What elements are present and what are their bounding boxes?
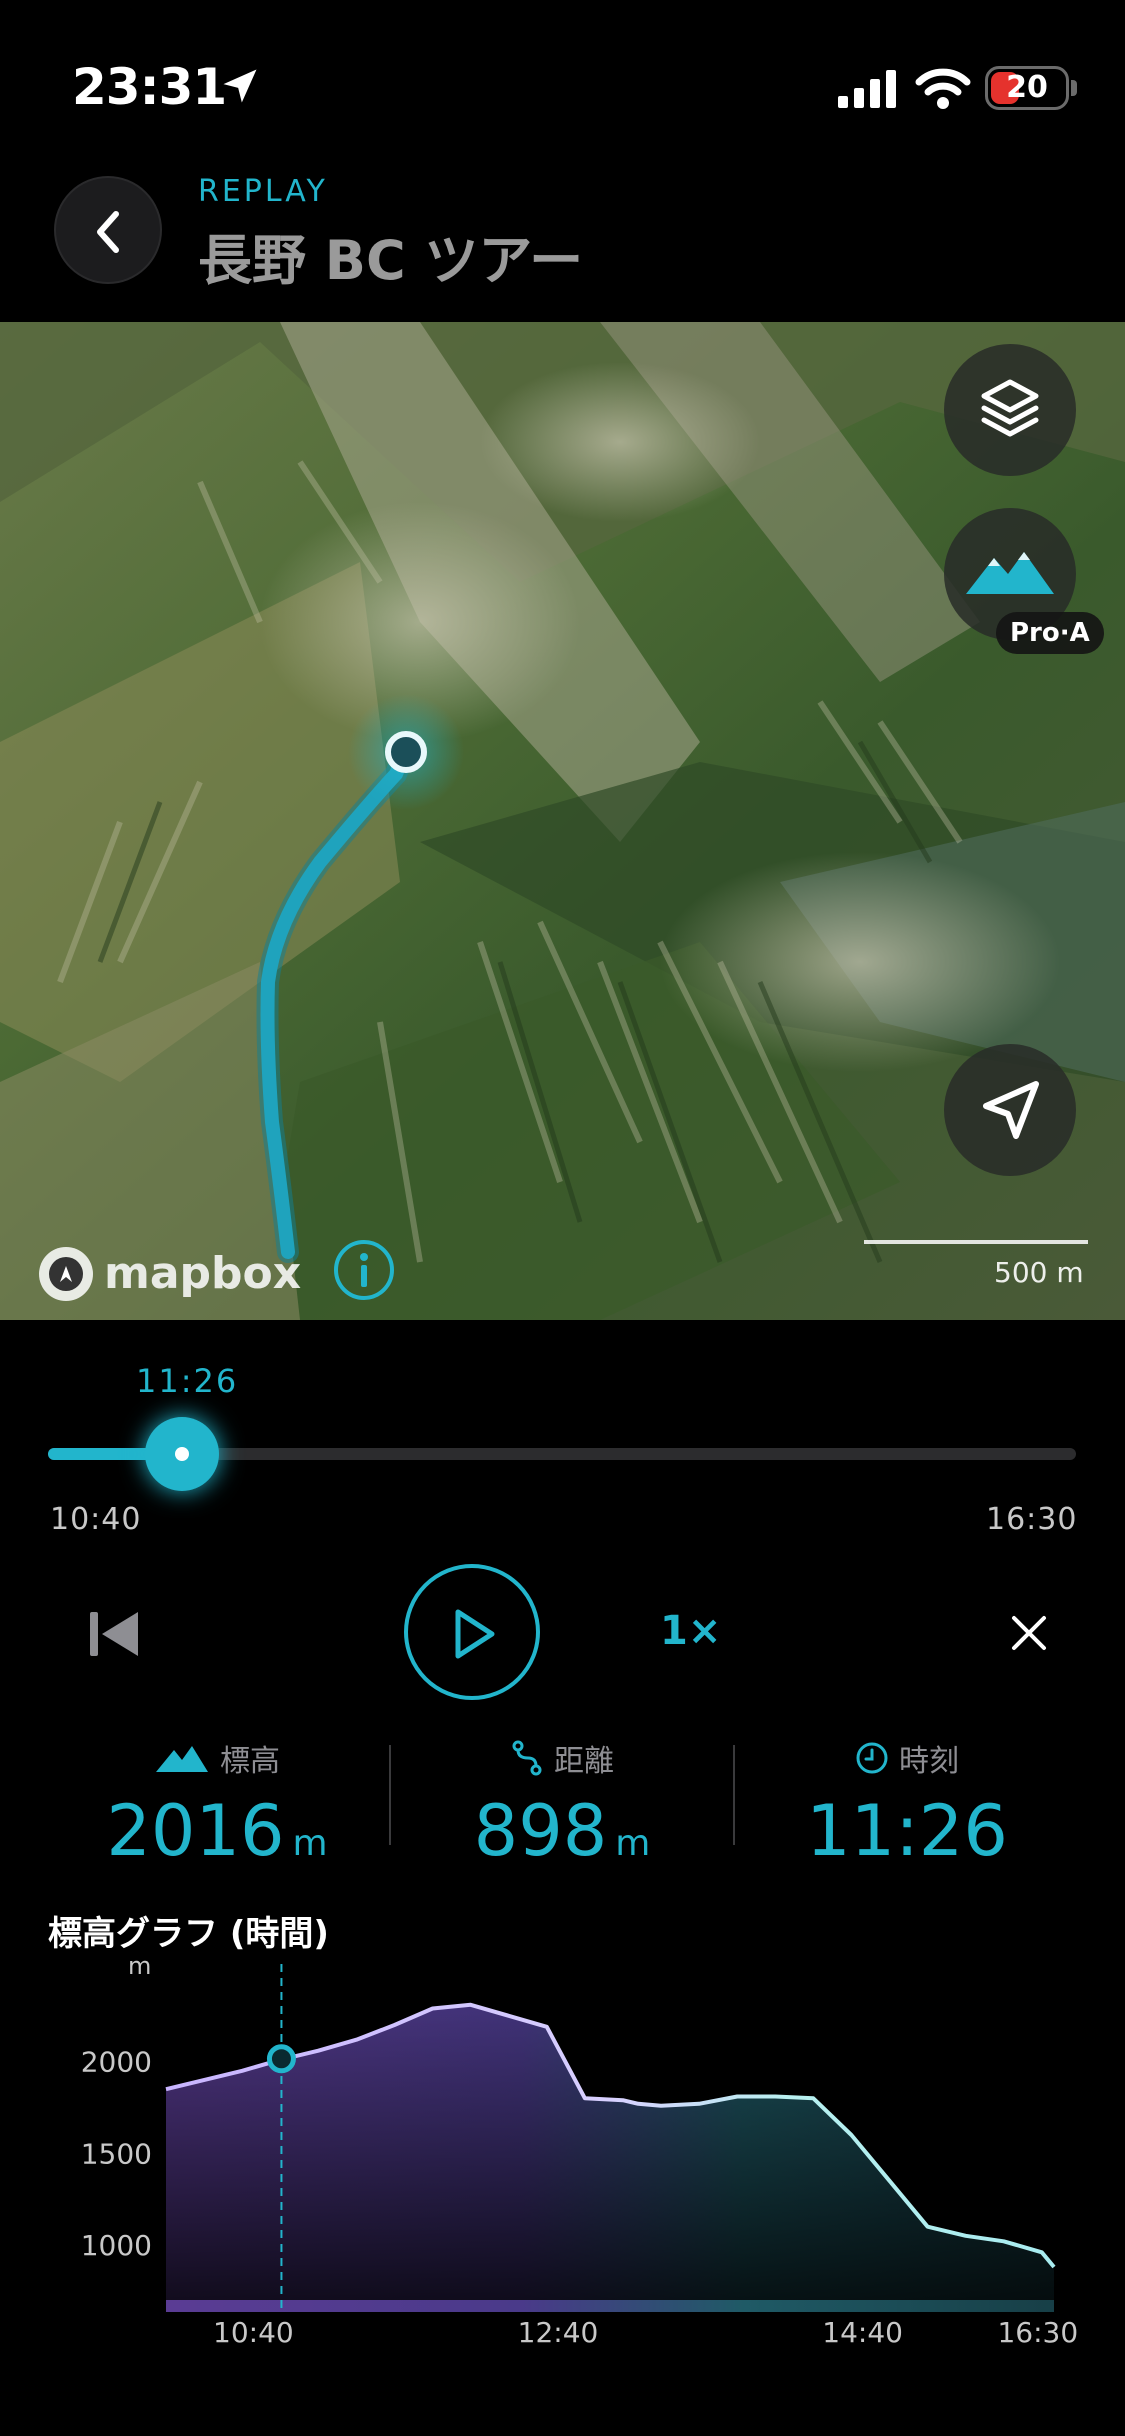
area-fade — [166, 1950, 1066, 2300]
elevation-chart[interactable]: m 2000 1500 1000 10:40 12:40 14:40 16:30 — [0, 1950, 1125, 2350]
play-icon — [455, 1609, 495, 1659]
battery-tip — [1071, 80, 1077, 96]
layers-icon — [981, 379, 1039, 437]
signal-icon — [838, 70, 896, 108]
y-tick-label: 1000 — [81, 2229, 152, 2262]
scale-label: 500 m — [994, 1256, 1084, 1289]
stat-divider — [733, 1745, 735, 1845]
wifi-icon — [915, 68, 971, 109]
time-value: 11:26 — [806, 1790, 1008, 1872]
elevation-unit: m — [292, 1823, 328, 1864]
stat-divider — [389, 1745, 391, 1845]
x-tick-label: 16:30 — [997, 2316, 1078, 2349]
timeline-current-time: 11:26 — [136, 1362, 239, 1400]
chevron-left-icon — [97, 211, 119, 253]
status-time: 23:31 — [72, 58, 227, 116]
x-tick-label: 10:40 — [213, 2316, 294, 2349]
time-label: 時刻 — [899, 1744, 959, 1779]
graph-title: 標高グラフ (時間) — [48, 1914, 329, 1954]
mapbox-attribution: mapbox — [104, 1248, 302, 1299]
clock-icon — [856, 1742, 888, 1774]
elevation-stat: 標高 2016 m — [52, 1738, 382, 1872]
timeline-end-time: 16:30 — [986, 1502, 1078, 1537]
page-title: 長野 BC ツアー — [198, 229, 584, 292]
x-tick-label: 12:40 — [518, 2316, 599, 2349]
graph-unit-label: m — [128, 1952, 151, 1980]
y-tick-label: 2000 — [81, 2046, 152, 2079]
distance-label: 距離 — [554, 1744, 614, 1779]
timeline-start-time: 10:40 — [50, 1502, 142, 1537]
scale-bar — [864, 1240, 1088, 1244]
close-icon[interactable] — [1008, 1612, 1050, 1654]
distance-stat: 距離 898 m — [397, 1738, 727, 1872]
navigate-button[interactable] — [944, 1044, 1076, 1176]
distance-value: 898 — [473, 1790, 608, 1872]
battery-icon: 20 — [985, 66, 1069, 110]
battery-percent: 20 — [1006, 70, 1048, 105]
time-stat: 時刻 11:26 — [742, 1738, 1072, 1872]
replay-label: REPLAY — [198, 174, 328, 209]
info-icon[interactable] — [332, 1238, 396, 1302]
layers-button[interactable] — [944, 344, 1076, 476]
knob-center — [174, 1447, 189, 1461]
skip-back-icon[interactable] — [88, 1606, 140, 1662]
back-button[interactable] — [54, 176, 162, 284]
location-arrow-icon — [223, 69, 257, 103]
terrain-pro-badge: Pro·A — [996, 612, 1104, 654]
timeline-knob[interactable] — [144, 1417, 219, 1491]
navigation-arrow-icon — [983, 1081, 1039, 1139]
graph-cursor-marker — [266, 2044, 296, 2074]
mountain-icon — [156, 1746, 208, 1772]
mapbox-logo — [39, 1247, 93, 1301]
play-button[interactable] — [404, 1564, 540, 1700]
x-tick-label: 14:40 — [822, 2316, 903, 2349]
y-tick-label: 1500 — [81, 2137, 152, 2170]
elevation-value: 2016 — [106, 1790, 285, 1872]
distance-unit: m — [615, 1823, 651, 1864]
playback-speed-button[interactable]: 1× — [660, 1608, 721, 1654]
elevation-label: 標高 — [220, 1744, 280, 1779]
route-icon — [512, 1740, 542, 1776]
